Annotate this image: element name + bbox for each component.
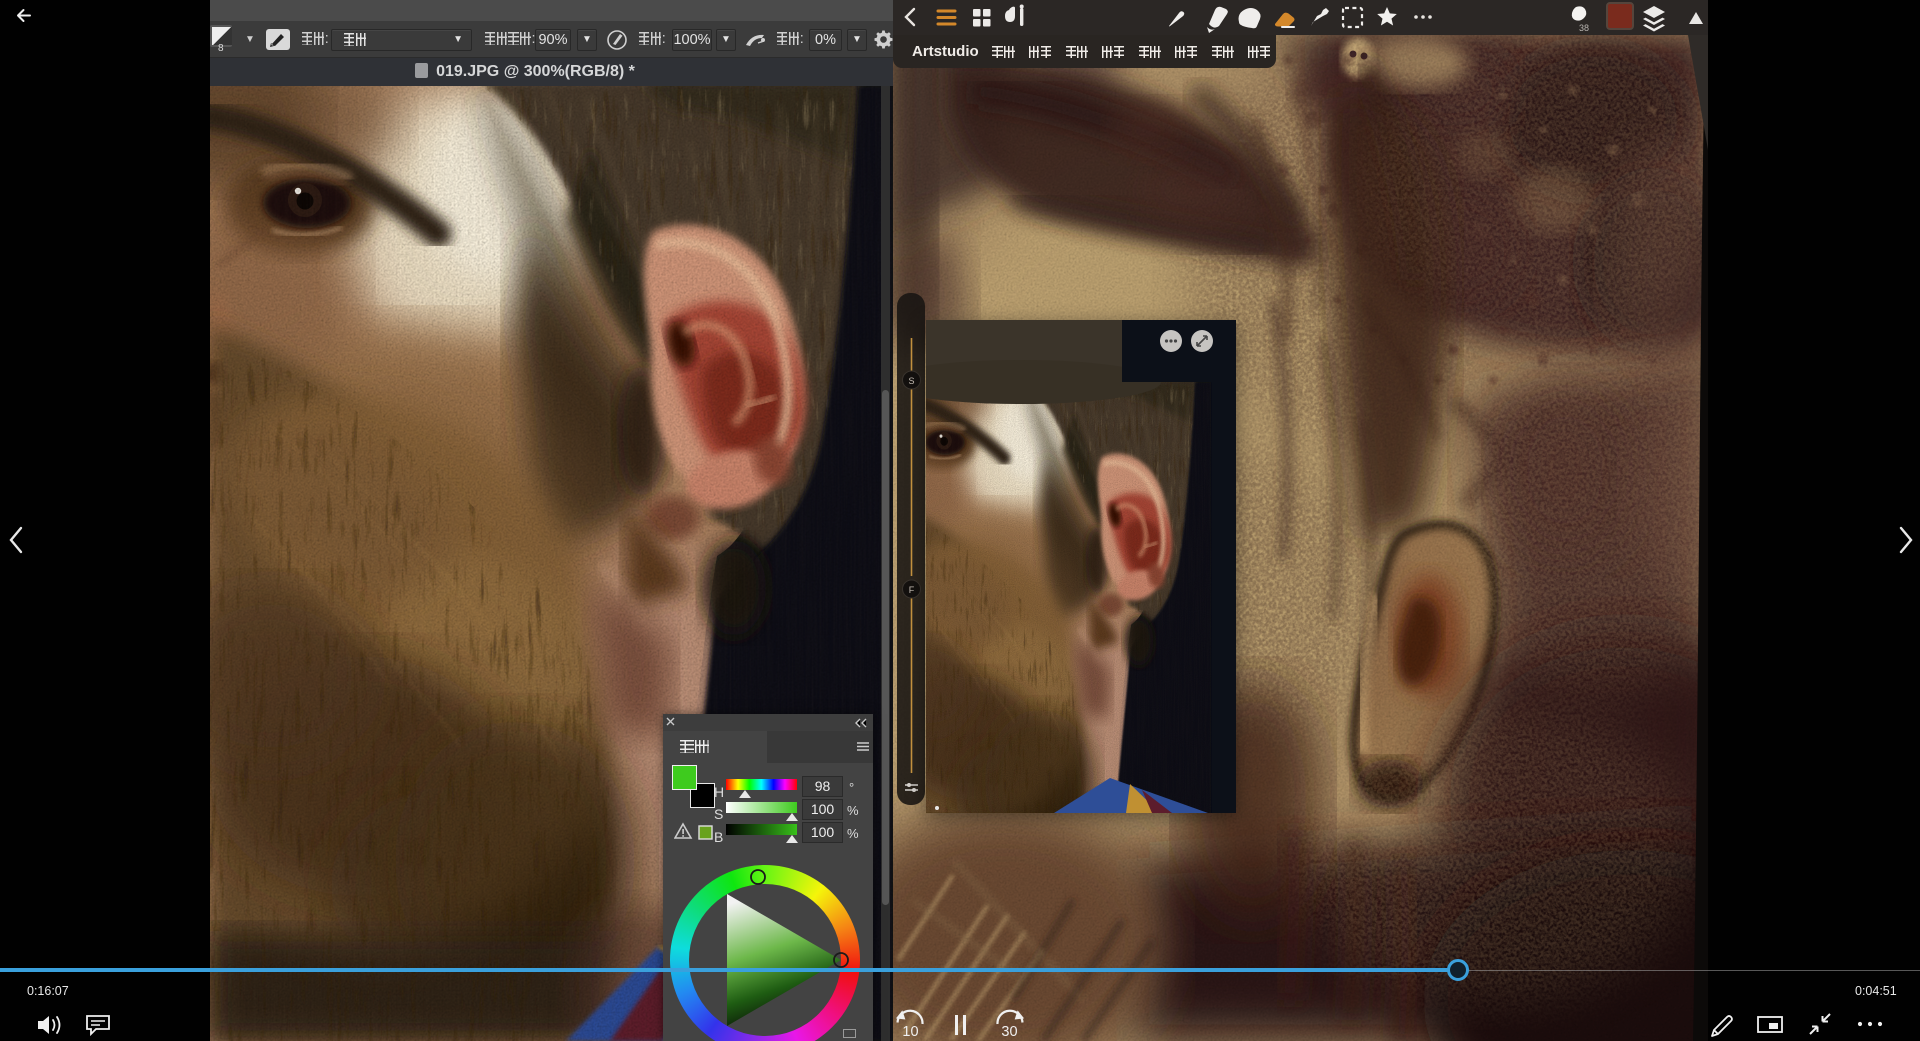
svg-text:30: 30 — [1001, 1024, 1017, 1040]
svg-text:S: S — [908, 376, 914, 386]
svg-text:10: 10 — [902, 1024, 918, 1040]
svg-text:38: 38 — [1579, 23, 1589, 33]
svg-text:F: F — [909, 585, 915, 595]
